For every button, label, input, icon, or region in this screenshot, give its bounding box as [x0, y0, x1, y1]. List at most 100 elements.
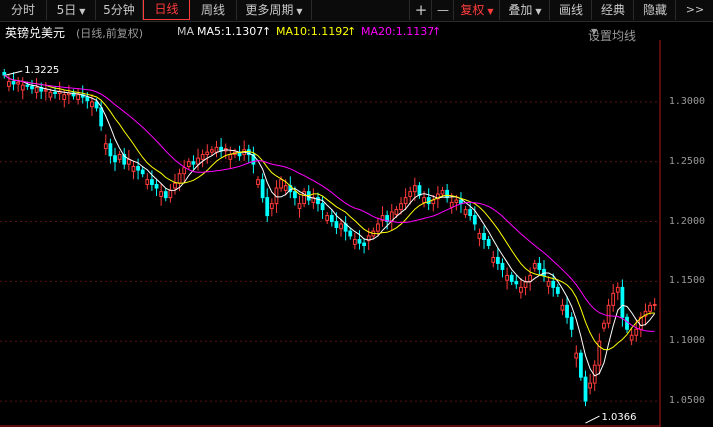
- classic-button[interactable]: 经典: [591, 0, 634, 20]
- candle-body: [560, 304, 565, 311]
- candle-body: [103, 143, 108, 150]
- candle-body: [491, 256, 496, 263]
- adjust-price-button[interactable]: 复权 ▼: [453, 0, 500, 20]
- candle-body: [348, 230, 353, 237]
- candle-body: [214, 146, 219, 153]
- candle-body: [209, 149, 214, 153]
- candle-body: [200, 154, 205, 160]
- ma5-value: MA5:1.1307: [197, 25, 264, 38]
- candle-body: [422, 197, 426, 203]
- candle-body: [53, 91, 57, 95]
- candle-body: [145, 179, 150, 185]
- high-marker-arrow: [6, 70, 23, 76]
- tab-more-periods[interactable]: 更多周期 ▼: [237, 0, 312, 20]
- tab-weekly[interactable]: 周线: [190, 0, 237, 20]
- candle-body: [334, 221, 339, 229]
- candle-body: [113, 155, 117, 163]
- candle-body: [76, 94, 80, 100]
- candle-body: [588, 382, 593, 389]
- adjust-price-label: 复权: [460, 3, 485, 17]
- candle-body: [94, 101, 99, 109]
- candle-body: [99, 107, 104, 127]
- candle-body: [34, 87, 39, 93]
- candle-body: [376, 223, 380, 232]
- period-label: (日线,前复权): [76, 27, 144, 40]
- ma5-arrow-icon: ↑: [262, 25, 272, 38]
- candle-body: [532, 262, 537, 269]
- indicator-info-bar: 英镑兑美元 (日线,前复权) MA MA5:1.1307 ↑ MA10:1.11…: [0, 22, 713, 43]
- candle-body: [48, 91, 53, 98]
- candle-body: [163, 191, 168, 199]
- draw-line-button[interactable]: 画线: [549, 0, 592, 20]
- candle-body: [168, 189, 173, 199]
- candle-body: [620, 286, 625, 318]
- candle-body: [403, 197, 408, 205]
- candle-body: [2, 72, 7, 76]
- low-marker-arrow: [585, 415, 600, 424]
- candle-body: [182, 167, 187, 175]
- high-price-label: 1.3225: [24, 65, 59, 76]
- candle-body: [611, 292, 616, 306]
- ma10-arrow-icon: ↑: [347, 25, 357, 38]
- candle-body: [357, 239, 362, 244]
- tab-more-periods-label: 更多周期: [245, 3, 294, 17]
- overlay-button[interactable]: 叠加 ▼: [499, 0, 550, 20]
- candle-body: [394, 209, 399, 215]
- ma20-value: MA20:1.1137: [361, 25, 435, 38]
- candle-body: [205, 151, 210, 156]
- candle-body: [159, 191, 164, 197]
- candle-body: [140, 169, 145, 175]
- candle-body: [186, 161, 191, 168]
- candle-body: [228, 154, 233, 160]
- hide-button[interactable]: 隐藏: [633, 0, 676, 20]
- candle-body: [131, 166, 136, 172]
- chevron-down-icon: ▼: [535, 7, 542, 16]
- tab-5min[interactable]: 5分钟: [96, 0, 143, 20]
- candle-body: [472, 215, 477, 225]
- candle-body: [362, 242, 366, 246]
- candle-body: [579, 352, 583, 378]
- candle-body: [136, 166, 140, 171]
- candle-body: [449, 201, 454, 208]
- candlestick-chart[interactable]: 1.3225 1.0366: [0, 40, 713, 427]
- candle-body: [440, 189, 445, 195]
- zoom-out-button[interactable]: —: [431, 0, 454, 20]
- candle-body: [615, 286, 620, 293]
- candle-body: [320, 203, 325, 211]
- zoom-in-button[interactable]: +: [409, 0, 432, 20]
- collapse-icon[interactable]: >>: [675, 0, 713, 20]
- overlay-label: 叠加: [508, 3, 533, 17]
- candle-body: [417, 185, 422, 196]
- candle-body: [505, 274, 509, 281]
- tab-intraday[interactable]: 分时: [0, 0, 47, 20]
- candle-body: [537, 262, 542, 270]
- candle-body: [482, 233, 486, 241]
- candle-body: [399, 203, 403, 211]
- candle-body: [528, 274, 533, 282]
- candle-body: [316, 197, 320, 205]
- candle-body: [269, 203, 274, 209]
- candle-body: [154, 183, 159, 189]
- tab-daily[interactable]: 日线: [143, 0, 190, 20]
- candle-body: [173, 182, 177, 189]
- candle-body: [546, 280, 551, 287]
- candle-body: [606, 304, 611, 324]
- candle-body: [177, 173, 182, 184]
- y-tick-label: 1.2500: [668, 155, 705, 167]
- candle-body: [574, 352, 579, 359]
- candle-body: [542, 268, 546, 276]
- candle-body: [7, 81, 11, 87]
- candle-body: [196, 157, 200, 165]
- candle-body: [265, 197, 270, 217]
- candle-body: [85, 96, 90, 102]
- candle-body: [519, 286, 523, 293]
- candle-body: [514, 280, 519, 285]
- tab-5day[interactable]: 5日 ▼: [47, 0, 96, 20]
- candle-body: [652, 303, 657, 306]
- candle-body: [551, 280, 556, 288]
- candle-body: [625, 316, 629, 330]
- candle-body: [62, 94, 67, 100]
- ma10-value: MA10:1.1192: [276, 25, 350, 38]
- low-price-label: 1.0366: [602, 412, 637, 423]
- candle-body: [293, 191, 297, 199]
